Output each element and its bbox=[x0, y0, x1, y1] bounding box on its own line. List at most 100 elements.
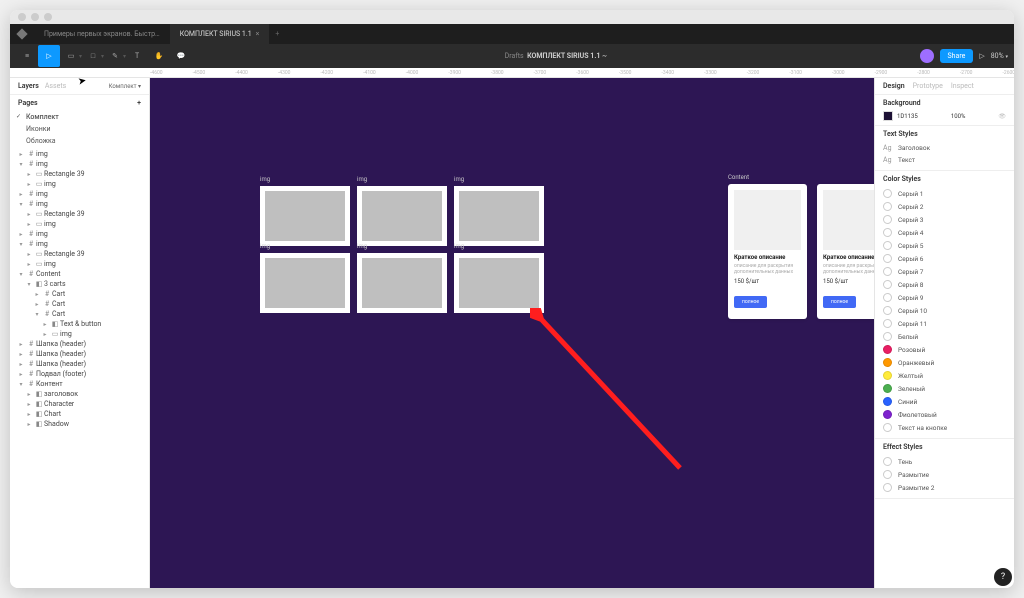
traffic-min[interactable] bbox=[31, 13, 39, 21]
layer-item[interactable]: ▸◧Character bbox=[10, 399, 149, 409]
color-swatch-icon bbox=[883, 215, 892, 224]
bg-swatch[interactable] bbox=[883, 111, 893, 121]
new-tab-button[interactable]: + bbox=[269, 30, 285, 38]
layer-item[interactable]: ▸◧Shadow bbox=[10, 419, 149, 429]
page-dropdown[interactable]: Комплект ▾ bbox=[109, 83, 141, 90]
bg-hex[interactable]: 1D1135 bbox=[897, 113, 918, 120]
color-style-item[interactable]: Оранжевый bbox=[883, 356, 1006, 369]
color-style-item[interactable]: Текст на кнопке bbox=[883, 421, 1006, 434]
assets-tab[interactable]: Assets bbox=[45, 82, 66, 90]
layer-item[interactable]: ▸#Шапка (header) bbox=[10, 349, 149, 359]
color-style-item[interactable]: Белый bbox=[883, 330, 1006, 343]
present-button[interactable]: ▷ bbox=[979, 52, 984, 60]
page-item[interactable]: Комплект bbox=[10, 111, 149, 123]
layer-item[interactable]: ▾#Контент bbox=[10, 379, 149, 389]
layer-item[interactable]: ▸#Cart bbox=[10, 289, 149, 299]
color-style-item[interactable]: Желтый bbox=[883, 369, 1006, 382]
help-button[interactable]: ? bbox=[994, 568, 1012, 586]
card-frame[interactable]: Краткое описание описание для раскрытия … bbox=[728, 184, 807, 319]
frame-img[interactable]: img bbox=[357, 253, 447, 313]
traffic-close[interactable] bbox=[18, 13, 26, 21]
effect-style-item[interactable]: Размытие bbox=[883, 468, 1006, 481]
color-style-item[interactable]: Серый 10 bbox=[883, 304, 1006, 317]
move-tool-button[interactable]: ▷ bbox=[38, 45, 60, 67]
layer-item[interactable]: ▾#img bbox=[10, 159, 149, 169]
color-style-item[interactable]: Серый 3 bbox=[883, 213, 1006, 226]
layer-item[interactable]: ▸◧Chart bbox=[10, 409, 149, 419]
color-style-item[interactable]: Серый 8 bbox=[883, 278, 1006, 291]
file-title[interactable]: Drafts КОМПЛЕКТ SIRIUS 1.1 ~ bbox=[192, 52, 919, 60]
tab-file-1[interactable]: Примеры первых экранов. Быстр… bbox=[34, 24, 170, 44]
close-icon[interactable]: × bbox=[256, 30, 260, 38]
visibility-icon[interactable]: 👁 bbox=[998, 113, 1006, 120]
text-style-item[interactable]: AgТекст bbox=[883, 154, 1006, 166]
layer-item[interactable]: ▸▭img bbox=[10, 219, 149, 229]
layer-item[interactable]: ▸#img bbox=[10, 229, 149, 239]
layer-item[interactable]: ▾◧3 carts bbox=[10, 279, 149, 289]
shape-tool-button[interactable]: □ bbox=[82, 45, 104, 67]
frame-img[interactable]: img bbox=[357, 186, 447, 246]
color-style-item[interactable]: Фиолетовый bbox=[883, 408, 1006, 421]
layer-item[interactable]: ▸▭img bbox=[10, 179, 149, 189]
bg-opacity[interactable]: 100% bbox=[951, 113, 966, 120]
add-page-button[interactable]: + bbox=[137, 99, 141, 107]
color-style-item[interactable]: Зеленый bbox=[883, 382, 1006, 395]
layer-item[interactable]: ▸▭Rectangle 39 bbox=[10, 169, 149, 179]
layer-item[interactable]: ▸▭img bbox=[10, 329, 149, 339]
color-style-item[interactable]: Серый 2 bbox=[883, 200, 1006, 213]
figma-logo-icon[interactable] bbox=[16, 28, 27, 39]
layer-item[interactable]: ▾#Content bbox=[10, 269, 149, 279]
tab-file-2[interactable]: КОМПЛЕКТ SIRIUS 1.1× bbox=[170, 24, 270, 44]
layer-item[interactable]: ▾#img bbox=[10, 199, 149, 209]
frame-img[interactable]: img bbox=[260, 186, 350, 246]
layer-item[interactable]: ▸#Подвал (footer) bbox=[10, 369, 149, 379]
color-style-item[interactable]: Серый 6 bbox=[883, 252, 1006, 265]
layer-item[interactable]: ▸#img bbox=[10, 189, 149, 199]
effect-style-item[interactable]: Размытие 2 bbox=[883, 481, 1006, 494]
comment-tool-button[interactable]: 💬 bbox=[170, 45, 192, 67]
layer-item[interactable]: ▸#Шапка (header) bbox=[10, 339, 149, 349]
layer-item[interactable]: ▸#img bbox=[10, 149, 149, 159]
effect-style-item[interactable]: Тень bbox=[883, 455, 1006, 468]
layer-item[interactable]: ▸▭Rectangle 39 bbox=[10, 249, 149, 259]
color-style-item[interactable]: Серый 5 bbox=[883, 239, 1006, 252]
prototype-tab[interactable]: Prototype bbox=[913, 82, 943, 90]
page-item[interactable]: Иконки bbox=[10, 123, 149, 135]
design-tab[interactable]: Design bbox=[883, 82, 905, 90]
layer-item[interactable]: ▸#Шапка (header) bbox=[10, 359, 149, 369]
share-button[interactable]: Share bbox=[940, 49, 974, 63]
canvas[interactable]: img img img img img img Content Краткое … bbox=[150, 78, 874, 588]
inspect-tab[interactable]: Inspect bbox=[951, 82, 974, 90]
color-style-item[interactable]: Серый 11 bbox=[883, 317, 1006, 330]
frame-tool-button[interactable]: ▭ bbox=[60, 45, 82, 67]
frame-img[interactable]: img bbox=[454, 253, 544, 313]
card-button[interactable]: полное bbox=[734, 296, 767, 308]
layer-item[interactable]: ▸▭img bbox=[10, 259, 149, 269]
layer-item[interactable]: ▾#img bbox=[10, 239, 149, 249]
layer-item[interactable]: ▸◧Text & button bbox=[10, 319, 149, 329]
color-style-item[interactable]: Серый 9 bbox=[883, 291, 1006, 304]
card-frame[interactable]: Краткое описание описание для раскрытия … bbox=[817, 184, 874, 319]
layer-item[interactable]: ▸▭Rectangle 39 bbox=[10, 209, 149, 219]
hand-tool-button[interactable]: ✋ bbox=[148, 45, 170, 67]
pen-tool-button[interactable]: ✎ bbox=[104, 45, 126, 67]
user-avatar[interactable] bbox=[920, 49, 934, 63]
main-menu-button[interactable]: ≡ bbox=[16, 45, 38, 67]
color-style-item[interactable]: Синий bbox=[883, 395, 1006, 408]
color-style-item[interactable]: Розовый bbox=[883, 343, 1006, 356]
color-style-item[interactable]: Серый 4 bbox=[883, 226, 1006, 239]
color-style-item[interactable]: Серый 7 bbox=[883, 265, 1006, 278]
card-button[interactable]: полное bbox=[823, 296, 856, 308]
layer-item[interactable]: ▸◧заголовок bbox=[10, 389, 149, 399]
layer-item[interactable]: ▸#Cart bbox=[10, 299, 149, 309]
layer-item[interactable]: ▾#Cart bbox=[10, 309, 149, 319]
traffic-max[interactable] bbox=[44, 13, 52, 21]
frame-img[interactable]: img bbox=[260, 253, 350, 313]
text-tool-button[interactable]: T bbox=[126, 45, 148, 67]
text-style-item[interactable]: AgЗаголовок bbox=[883, 142, 1006, 154]
color-style-item[interactable]: Серый 1 bbox=[883, 187, 1006, 200]
frame-img[interactable]: img bbox=[454, 186, 544, 246]
page-item[interactable]: Обложка bbox=[10, 135, 149, 147]
zoom-dropdown[interactable]: 80% ▾ bbox=[991, 52, 1008, 60]
layers-tab[interactable]: Layers bbox=[18, 82, 39, 90]
